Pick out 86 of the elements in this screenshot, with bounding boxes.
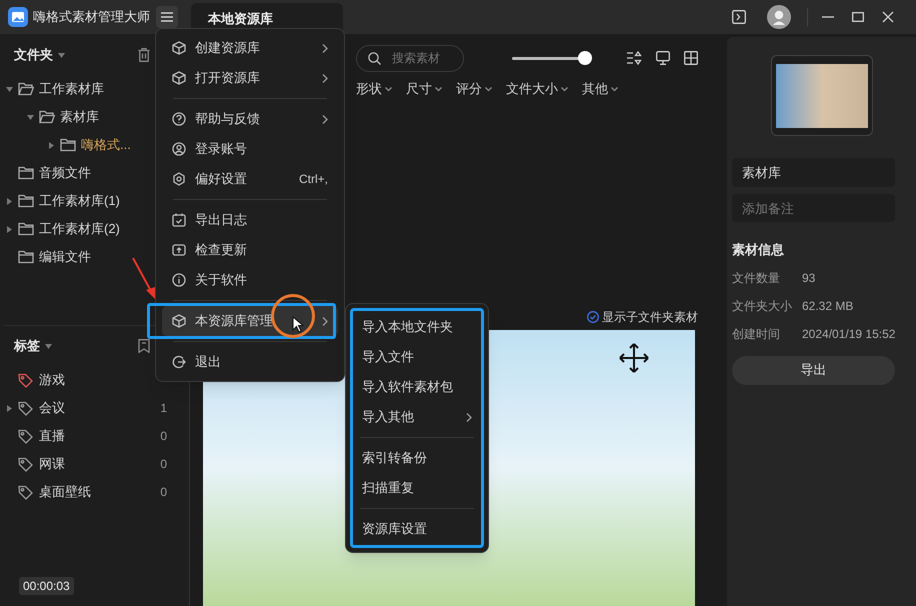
menu-button[interactable] [156,6,178,28]
chevron-down-icon [485,86,492,92]
info-label: 文件夹大小 [732,298,793,315]
sidebar-toggle-icon[interactable] [732,10,746,24]
move-cursor-icon [618,343,650,373]
folder-icon [18,194,34,208]
collapsed-caret-icon[interactable] [6,404,12,412]
collapsed-caret-icon[interactable] [48,142,54,148]
tag-item[interactable]: 网课 0 [0,450,189,478]
folder-icon [18,250,34,264]
bookmark-icon[interactable] [138,339,150,353]
submenu-item[interactable]: 导入文件 [353,342,481,372]
info-label: 文件数量 [732,270,781,287]
info-value: 93 [802,270,816,287]
cube-icon [172,314,186,328]
dropdown-caret-icon[interactable] [45,344,52,348]
annotation-arrow-icon [131,256,157,300]
calendar-check-icon [172,213,186,227]
menu-item[interactable]: 本资源库管理 [162,306,338,336]
recording-timer: 00:00:03 [19,577,74,595]
logout-icon [172,355,186,369]
submenu-item[interactable]: 扫描重复 [353,473,481,503]
folders-title: 文件夹 [14,46,53,64]
filter-dropdown[interactable]: 文件大小 [506,79,568,99]
trash-icon[interactable] [138,48,150,62]
pointer-cursor-icon [292,316,304,333]
search-field[interactable]: 搜索素材 [356,44,464,72]
cube-icon [172,71,186,85]
app-logo-icon [8,7,28,27]
tags-title: 标签 [14,337,40,356]
open-folder-icon [39,110,55,124]
monitor-icon[interactable] [656,51,670,65]
checked-circle-icon [587,311,599,323]
expanded-caret-icon[interactable] [6,86,12,92]
tag-count: 0 [160,484,167,501]
folder-icon [18,166,34,180]
tag-item[interactable]: 直播 0 [0,422,189,450]
chevron-down-icon [561,86,568,92]
info-icon [172,273,186,287]
tag-count: 0 [160,456,167,473]
close-icon[interactable] [882,11,894,23]
collapsed-caret-icon[interactable] [6,226,12,232]
open-folder-icon [18,82,34,96]
submenu-item[interactable]: 导入软件素材包 [353,372,481,402]
info-label: 创建时间 [732,326,781,343]
collapsed-caret-icon[interactable] [6,198,12,204]
info-value: 2024/01/19 15:52 [802,326,896,343]
search-icon [368,52,381,64]
avatar-icon[interactable] [767,5,791,29]
filter-dropdown[interactable]: 其他 [582,79,618,99]
submenu-item[interactable]: 导入本地文件夹 [353,312,481,342]
folder-icon [60,138,76,152]
expanded-caret-icon[interactable] [26,114,34,120]
folder-icon [18,222,34,236]
show-subfolders-checkbox[interactable]: 显示子文件夹素材 [587,308,698,326]
gear-icon [172,172,186,186]
export-button[interactable]: 导出 [732,356,895,384]
shortcut-label: Ctrl+, [298,171,328,188]
maximize-icon[interactable] [852,11,864,23]
update-icon [172,243,186,257]
layout-grid-icon[interactable] [684,51,698,65]
chevron-down-icon [611,86,618,92]
menu-icon [161,12,173,22]
sort-icon[interactable] [627,51,642,65]
tag-count: 0 [160,428,167,445]
submenu-item[interactable]: 导入其他 [353,402,481,432]
menu-item[interactable]: 创建资源库 [162,33,338,63]
chevron-down-icon [385,86,392,92]
filter-dropdown[interactable]: 评分 [456,79,492,99]
user-icon [172,142,186,156]
filter-dropdown[interactable]: 尺寸 [406,79,442,99]
dropdown-caret-icon[interactable] [58,52,65,58]
submenu-item[interactable]: 资源库设置 [353,514,481,544]
tag-count: 1 [160,400,167,417]
tag-item[interactable]: 会议 1 [0,394,189,422]
info-value: 62.32 MB [802,298,854,315]
submenu-item[interactable]: 索引转备份 [353,443,481,473]
section-title: 素材信息 [732,241,785,259]
filter-dropdown[interactable]: 形状 [356,79,392,99]
note-field[interactable]: 添加备注 [732,194,895,222]
chevron-down-icon [435,86,442,92]
tag-item[interactable]: 桌面壁纸 0 [0,478,189,506]
app-title: 嗨格式素材管理大师 [33,8,150,26]
help-icon [172,112,186,126]
cube-icon [172,41,186,55]
name-field[interactable]: 素材库 [732,158,895,187]
